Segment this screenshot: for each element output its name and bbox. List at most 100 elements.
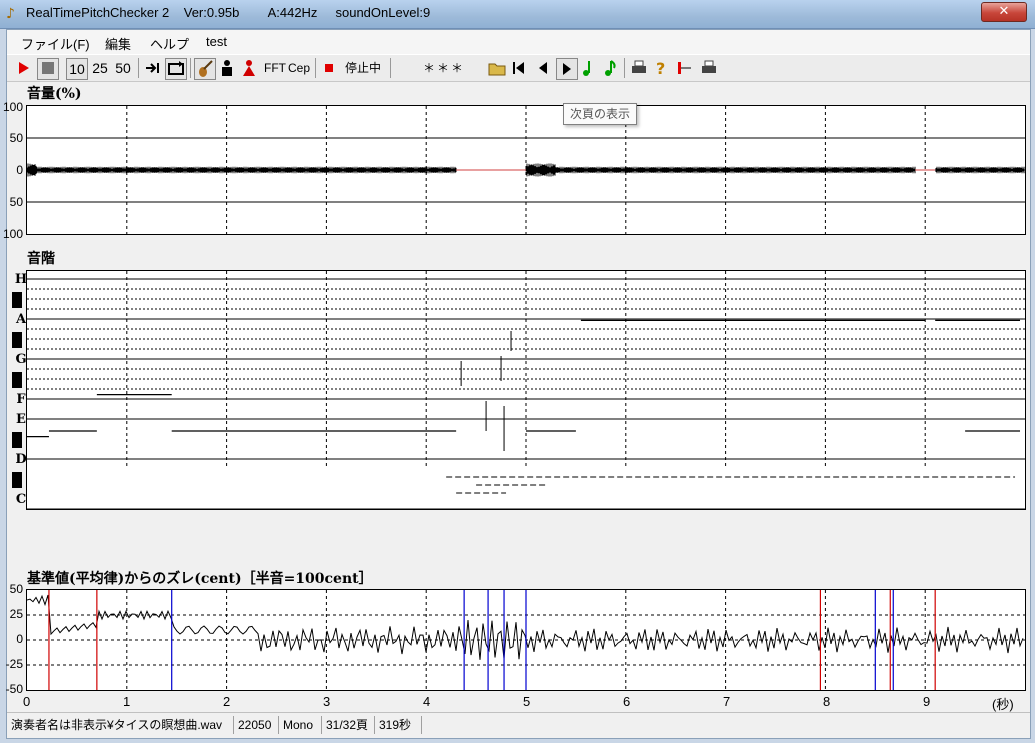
black-key bbox=[12, 292, 22, 308]
record-indicator bbox=[321, 58, 337, 78]
print-preview-button[interactable] bbox=[699, 58, 719, 78]
volume-ytick: 100 bbox=[2, 100, 23, 114]
status-sample-rate: 22050 bbox=[234, 716, 279, 734]
music-note-icon bbox=[583, 61, 590, 76]
x-tick: 0 bbox=[23, 694, 31, 709]
volume-ytick: 50 bbox=[9, 131, 23, 145]
cent-ytick: 0 bbox=[16, 632, 23, 646]
x-tick: 8 bbox=[823, 694, 831, 709]
previous-page-icon bbox=[539, 62, 547, 74]
cent-plot bbox=[26, 589, 1026, 691]
open-folder-icon bbox=[488, 63, 506, 76]
cent-ytick: -50 bbox=[5, 682, 23, 696]
status-bar: 演奏者名は非表示¥タイスの瞑想曲.wav 22050 Mono 31/32頁 3… bbox=[7, 712, 1030, 738]
prev-page-button[interactable] bbox=[533, 58, 553, 78]
menu-edit[interactable]: 編集 bbox=[105, 34, 131, 53]
cent-title: 基準値(平均律)からのズレ(cent)［半音=100cent］ bbox=[27, 571, 373, 587]
scale-chart bbox=[27, 271, 1025, 510]
status-page: 31/32頁 bbox=[322, 716, 375, 734]
x-tick: 3 bbox=[323, 694, 331, 709]
toolbar-separator bbox=[138, 58, 139, 78]
record-stop-icon bbox=[325, 64, 333, 72]
black-key bbox=[12, 332, 22, 348]
cent-ytick: 25 bbox=[9, 607, 23, 621]
next-page-tooltip: 次頁の表示 bbox=[563, 103, 637, 125]
loop-icon bbox=[168, 61, 184, 75]
printer-icon bbox=[702, 60, 716, 73]
instrument-violin-button[interactable] bbox=[194, 58, 216, 80]
violin-icon bbox=[199, 60, 213, 77]
printer-icon bbox=[632, 60, 646, 73]
note-sound-button[interactable] bbox=[579, 58, 597, 78]
menu-test[interactable]: test bbox=[206, 34, 227, 49]
loop-button[interactable] bbox=[165, 58, 187, 80]
black-key bbox=[12, 432, 22, 448]
toolbar-separator bbox=[190, 58, 191, 78]
first-page-icon bbox=[513, 62, 524, 74]
x-tick: 2 bbox=[223, 694, 231, 709]
cent-chart bbox=[26, 590, 1025, 690]
speed-50-button[interactable]: 50 bbox=[113, 58, 133, 78]
fft-button[interactable]: FFT bbox=[264, 58, 286, 78]
status-duration: 319秒 bbox=[375, 716, 422, 734]
stop-icon bbox=[42, 62, 54, 74]
menu-bar: ファイル(F) 編集 ヘルプ test bbox=[7, 30, 1030, 54]
cent-ytick: -25 bbox=[5, 657, 23, 671]
close-button[interactable]: ✕ bbox=[981, 2, 1027, 22]
next-page-button[interactable] bbox=[556, 58, 578, 80]
x-axis-unit: (秒) bbox=[992, 697, 1014, 712]
toolbar-separator bbox=[624, 58, 625, 78]
status-filename: 演奏者名は非表示¥タイスの瞑想曲.wav bbox=[7, 716, 234, 734]
title-bar: ♪ RealTimePitchChecker 2 Ver:0.95b A:442… bbox=[0, 0, 1035, 29]
open-file-button[interactable] bbox=[487, 58, 507, 78]
play-button[interactable] bbox=[13, 58, 33, 78]
marker-icon bbox=[678, 62, 691, 74]
status-indicator: 停止中 bbox=[344, 61, 381, 75]
x-tick: 7 bbox=[723, 694, 731, 709]
next-page-icon bbox=[563, 63, 571, 75]
scale-plot bbox=[26, 270, 1026, 510]
svg-text:?: ? bbox=[656, 59, 665, 78]
instrument-singer-button[interactable] bbox=[240, 58, 258, 78]
cep-button[interactable]: Cep bbox=[288, 58, 310, 78]
menu-file[interactable]: ファイル(F) bbox=[21, 34, 90, 53]
help-question-icon: ? bbox=[656, 59, 665, 78]
app-icon: ♪ bbox=[6, 6, 15, 22]
x-tick: 6 bbox=[623, 694, 631, 709]
instrument-person-button[interactable] bbox=[218, 58, 236, 78]
singer-icon bbox=[243, 60, 255, 76]
volume-ytick: 0 bbox=[16, 163, 23, 177]
black-key bbox=[12, 472, 22, 488]
help-button[interactable]: ? bbox=[652, 58, 670, 78]
volume-title: 音量(%) bbox=[27, 86, 82, 102]
stop-button[interactable] bbox=[37, 58, 59, 80]
speed-25-button[interactable]: 25 bbox=[90, 58, 110, 78]
print-button[interactable] bbox=[629, 58, 649, 78]
jump-to-end-icon bbox=[146, 63, 159, 73]
note-sound-alt-button[interactable] bbox=[601, 58, 619, 78]
x-tick: 1 bbox=[123, 694, 131, 709]
play-icon bbox=[19, 62, 29, 74]
black-key bbox=[12, 372, 22, 388]
volume-ytick: 50 bbox=[9, 195, 23, 209]
note-indicator: ＊＊＊ bbox=[422, 61, 465, 75]
music-note-icon bbox=[605, 60, 616, 76]
jump-end-button[interactable] bbox=[143, 58, 163, 78]
x-tick: 4 bbox=[423, 694, 431, 709]
volume-chart bbox=[26, 106, 1025, 234]
x-tick: 5 bbox=[523, 694, 531, 709]
person-icon bbox=[222, 60, 232, 76]
volume-plot bbox=[26, 105, 1026, 235]
menu-help[interactable]: ヘルプ bbox=[150, 34, 189, 53]
x-tick: 9 bbox=[923, 694, 931, 709]
marker-button[interactable] bbox=[675, 58, 693, 78]
status-channels: Mono bbox=[279, 716, 322, 734]
app-frame: ファイル(F) 編集 ヘルプ test 10 25 50 FFT Cep 停止中… bbox=[3, 29, 1031, 739]
toolbar: 10 25 50 FFT Cep 停止中 ＊＊＊ ? bbox=[7, 54, 1030, 82]
toolbar-separator bbox=[390, 58, 391, 78]
toolbar-separator bbox=[315, 58, 316, 78]
first-page-button[interactable] bbox=[509, 58, 529, 78]
speed-10-button[interactable]: 10 bbox=[66, 58, 88, 80]
cent-deviation-line bbox=[26, 594, 1024, 660]
scale-title: 音階 bbox=[27, 251, 55, 267]
